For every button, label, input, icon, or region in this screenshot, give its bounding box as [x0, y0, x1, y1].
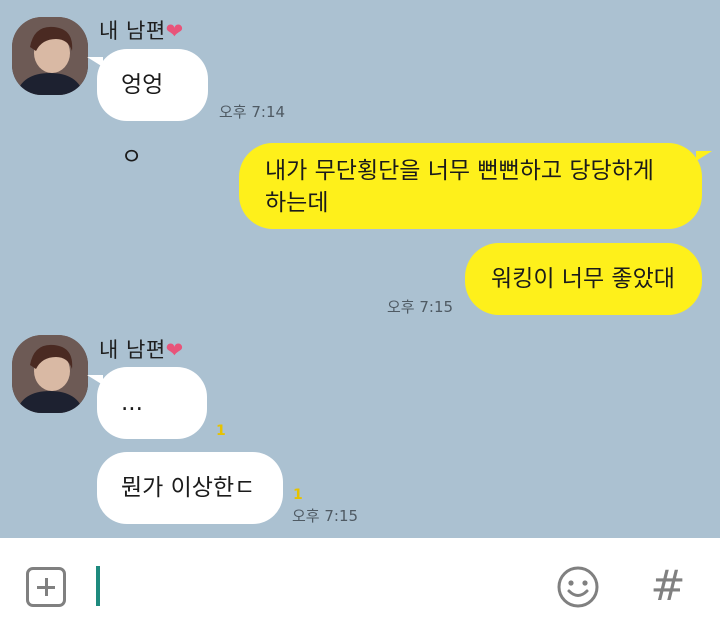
message-timestamp: 오후 7:15	[387, 298, 454, 316]
plus-icon[interactable]	[26, 567, 66, 607]
sender-name: 내 남편❤	[99, 19, 184, 43]
heart-icon: ❤	[165, 19, 184, 43]
incoming-message[interactable]: 엉엉ㅇ	[87, 49, 208, 170]
hash-icon[interactable]: #	[648, 562, 688, 610]
incoming-message[interactable]: 뭔가 이상한ㄷ	[97, 452, 283, 524]
sender-avatar[interactable]	[12, 17, 88, 95]
heart-icon: ❤	[165, 338, 184, 362]
outgoing-message[interactable]: 내가 무단횡단을 너무 뻔뻔하고 당당하게 하는데	[239, 143, 712, 229]
unread-count: 1	[216, 423, 226, 439]
unread-count: 1	[293, 487, 303, 503]
text-cursor	[96, 566, 100, 606]
message-composer: #	[0, 538, 720, 634]
outgoing-message[interactable]: 워킹이 너무 좋았대	[465, 243, 702, 315]
incoming-message[interactable]: ...응??	[87, 367, 207, 488]
message-input[interactable]	[94, 564, 534, 608]
sender-avatar[interactable]	[12, 335, 88, 413]
message-timestamp: 오후 7:14	[219, 103, 286, 121]
sender-name: 내 남편❤	[99, 338, 184, 362]
message-timestamp: 오후 7:15	[292, 507, 359, 525]
emoji-icon[interactable]	[556, 565, 600, 609]
